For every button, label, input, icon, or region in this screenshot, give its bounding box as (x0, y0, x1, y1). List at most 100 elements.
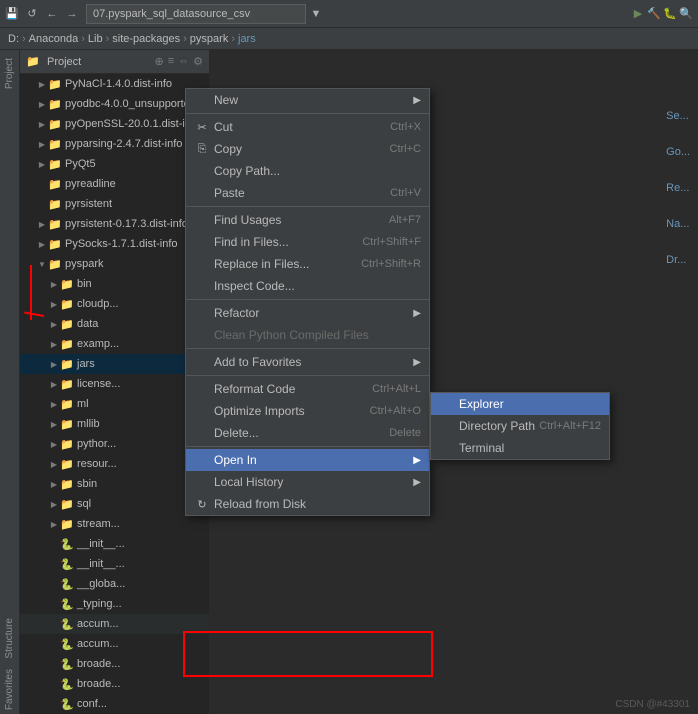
breadcrumb-d[interactable]: D: (8, 33, 19, 45)
menu-item-cut[interactable]: ✂ Cut Ctrl+X (186, 116, 429, 138)
tree-item-typing[interactable]: 🐍 _typing... (20, 594, 209, 614)
menu-item-optimize-imports[interactable]: Optimize Imports Ctrl+Alt+O (186, 400, 429, 422)
add-icon[interactable]: ⊕ (154, 55, 163, 68)
tree-item-init1[interactable]: 🐍 __init__... (20, 534, 209, 554)
tree-item-pyreadline[interactable]: 📁 pyreadline (20, 174, 209, 194)
breadcrumb-site-packages[interactable]: site-packages (112, 33, 180, 45)
settings-icon[interactable]: ⚙ (193, 55, 203, 68)
tree-item-init2[interactable]: 🐍 __init__... (20, 554, 209, 574)
tree-item-mllib[interactable]: ▶ 📁 mllib (20, 414, 209, 434)
tab-structure[interactable]: Structure (2, 614, 17, 663)
tree-item-pyspark[interactable]: ▼ 📁 pyspark (20, 254, 209, 274)
breadcrumb-lib[interactable]: Lib (88, 33, 103, 45)
tree-item-pysocks[interactable]: ▶ 📁 PySocks-1.7.1.dist-info (20, 234, 209, 254)
menu-item-replace-in-files[interactable]: Replace in Files... Ctrl+Shift+R (186, 253, 429, 275)
breadcrumb-anaconda[interactable]: Anaconda (29, 33, 79, 45)
tree-item-jars[interactable]: ▶ 📁 jars (20, 354, 209, 374)
tree-item-examp[interactable]: ▶ 📁 examp... (20, 334, 209, 354)
tree-item-stream[interactable]: ▶ 📁 stream... (20, 514, 209, 534)
tab-project[interactable]: Project (2, 54, 17, 93)
tree-item-broade1[interactable]: 🐍 broade... (20, 654, 209, 674)
menu-item-reformat[interactable]: Reformat Code Ctrl+Alt+L (186, 378, 429, 400)
sort-icon[interactable]: ≡ (168, 55, 174, 68)
tree-item-pyparsing[interactable]: ▶ 📁 pyparsing-2.4.7.dist-info (20, 134, 209, 154)
menu-item-local-history[interactable]: Local History ▶ (186, 471, 429, 493)
label-pyqt5: PyQt5 (65, 158, 96, 170)
tree-item-ml[interactable]: ▶ 📁 ml (20, 394, 209, 414)
debug-icon[interactable]: 🐛 (662, 6, 678, 22)
copy-label: Copy (214, 142, 242, 156)
tree-item-conf[interactable]: 🐍 conf... (20, 694, 209, 714)
breadcrumb-pyspark[interactable]: pyspark (190, 33, 229, 45)
panel-label-se[interactable]: Se... (666, 110, 690, 122)
tab-favorites[interactable]: Favorites (2, 665, 17, 714)
tree-item-data[interactable]: ▶ 📁 data (20, 314, 209, 334)
run-icon[interactable]: ▶ (630, 6, 646, 22)
tree-item-accum2[interactable]: 🐍 accum... (20, 634, 209, 654)
menu-item-open-in[interactable]: Open In ▶ (186, 449, 429, 471)
copy-shortcut: Ctrl+C (390, 143, 421, 155)
folder-icon-pyqt5: 📁 (48, 157, 62, 171)
search-icon[interactable]: 🔍 (678, 6, 694, 22)
label-pyopenssl: pyOpenSSL-20.0.1.dist-info (65, 118, 200, 130)
folder-icon-bin: 📁 (60, 277, 74, 291)
tree-item-sbin[interactable]: ▶ 📁 sbin (20, 474, 209, 494)
arrow-stream: ▶ (48, 518, 60, 530)
menu-item-find-usages[interactable]: Find Usages Alt+F7 (186, 209, 429, 231)
folder-icon-mllib: 📁 (60, 417, 74, 431)
arrow-pyspark: ▼ (36, 258, 48, 270)
tree-item-globa[interactable]: 🐍 __globa... (20, 574, 209, 594)
submenu-item-terminal[interactable]: Terminal (431, 437, 609, 459)
refresh-icon[interactable]: ↺ (24, 6, 40, 22)
menu-item-copy[interactable]: ⎘ Copy Ctrl+C (186, 138, 429, 160)
tree-item-pyodbc[interactable]: ▶ 📁 pyodbc-4.0.0_unsupported.dist-info (20, 94, 209, 114)
submenu-item-directory-path[interactable]: Directory Path Ctrl+Alt+F12 (431, 415, 609, 437)
tree-item-broade2[interactable]: 🐍 broade... (20, 674, 209, 694)
tree-item-license[interactable]: ▶ 📁 license... (20, 374, 209, 394)
arrow-conf (48, 698, 60, 710)
folder-icon-sql: 📁 (60, 497, 74, 511)
label-pysocks: PySocks-1.7.1.dist-info (65, 238, 178, 250)
tree-item-pyrsistent-dist[interactable]: ▶ 📁 pyrsistent-0.17.3.dist-info (20, 214, 209, 234)
breadcrumb-jars[interactable]: jars (238, 33, 256, 45)
menu-item-copy-path[interactable]: Copy Path... (186, 160, 429, 182)
panel-label-go[interactable]: Go... (666, 146, 690, 158)
tree-item-pyqt5[interactable]: ▶ 📁 PyQt5 (20, 154, 209, 174)
forward-icon[interactable]: → (64, 6, 80, 22)
label-resour: resour... (77, 458, 117, 470)
label-globa: __globa... (77, 578, 125, 590)
nav-input[interactable] (86, 4, 306, 24)
folder-icon-cloudp: 📁 (60, 297, 74, 311)
panel-label-re[interactable]: Re... (666, 182, 690, 194)
menu-item-add-to-favorites[interactable]: Add to Favorites ▶ (186, 351, 429, 373)
menu-item-find-in-files[interactable]: Find in Files... Ctrl+Shift+F (186, 231, 429, 253)
label-license: license... (77, 378, 120, 390)
arrow-examp: ▶ (48, 338, 60, 350)
tree-item-pynacl[interactable]: ▶ 📁 PyNaCl-1.4.0.dist-info (20, 74, 209, 94)
panel-label-na[interactable]: Na... (666, 218, 690, 230)
menu-item-new[interactable]: New ▶ (186, 89, 429, 111)
save-icon[interactable]: 💾 (4, 6, 20, 22)
dropdown-icon[interactable]: ▼ (308, 6, 324, 22)
menu-item-refactor[interactable]: Refactor ▶ (186, 302, 429, 324)
tree-item-pythor[interactable]: ▶ 📁 pythor... (20, 434, 209, 454)
tree-item-pyopenssl[interactable]: ▶ 📁 pyOpenSSL-20.0.1.dist-info (20, 114, 209, 134)
tree-item-accum1[interactable]: 🐍 accum... (20, 614, 209, 634)
back-icon[interactable]: ← (44, 6, 60, 22)
menu-item-inspect-code[interactable]: Inspect Code... (186, 275, 429, 297)
menu-item-reload[interactable]: ↻ Reload from Disk (186, 493, 429, 515)
label-typing: _typing... (77, 598, 122, 610)
panel-label-dr[interactable]: Dr... (666, 254, 690, 266)
replace-in-files-label: Replace in Files... (214, 257, 309, 271)
tree-item-pyrsistent[interactable]: 📁 pyrsistent (20, 194, 209, 214)
label-pyrsistent: pyrsistent (65, 198, 112, 210)
tree-item-resour[interactable]: ▶ 📁 resour... (20, 454, 209, 474)
submenu-item-explorer[interactable]: Explorer (431, 393, 609, 415)
menu-item-paste[interactable]: Paste Ctrl+V (186, 182, 429, 204)
sync-icon[interactable]: ⇔ (178, 55, 189, 68)
tree-item-sql[interactable]: ▶ 📁 sql (20, 494, 209, 514)
tree-item-cloudp[interactable]: ▶ 📁 cloudp... (20, 294, 209, 314)
build-icon[interactable]: 🔨 (646, 6, 662, 22)
tree-item-bin[interactable]: ▶ 📁 bin (20, 274, 209, 294)
menu-item-delete[interactable]: Delete... Delete (186, 422, 429, 444)
